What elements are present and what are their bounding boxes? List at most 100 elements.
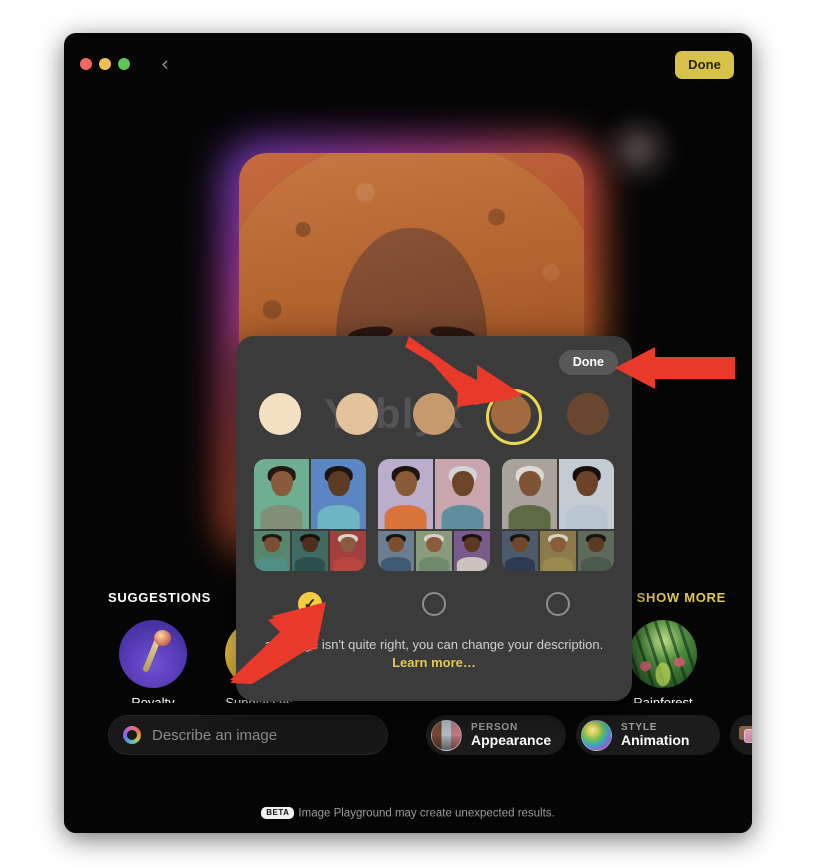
appearance-option-3-radio[interactable] xyxy=(546,592,570,616)
appearance-option-2-radio-slot[interactable] xyxy=(378,592,490,626)
tile-body xyxy=(380,556,412,571)
window-done-button[interactable]: Done xyxy=(675,51,734,79)
image-playground-window: ‹ Done SUGGESTIONS SHOW MORE Royalty xyxy=(64,33,752,833)
collage-tile xyxy=(330,531,366,571)
skin-tone-swatch-3[interactable] xyxy=(406,386,462,442)
appearance-popover: Yablyk Done an image isn't quite right, … xyxy=(236,336,632,701)
tile-body xyxy=(384,505,427,529)
collage-bottom-row xyxy=(378,531,490,571)
collage-tile xyxy=(502,531,538,571)
appearance-option-3[interactable] xyxy=(502,459,614,571)
rainforest-icon xyxy=(629,620,697,688)
tile-head xyxy=(550,536,566,552)
footer-note-text: Image Playground may create unexpected r… xyxy=(298,807,555,819)
tile-head xyxy=(327,470,350,497)
tile-body xyxy=(332,556,364,571)
tile-head xyxy=(264,536,280,552)
tile-head xyxy=(388,536,404,552)
tile-body xyxy=(580,556,612,571)
tile-head xyxy=(451,470,474,497)
scepter-icon xyxy=(119,620,187,688)
tile-head xyxy=(518,470,541,497)
appearance-option-1-radio-slot[interactable] xyxy=(254,592,366,626)
collage-tile xyxy=(311,459,366,529)
skin-tone-row xyxy=(252,386,616,445)
tile-body xyxy=(542,556,574,571)
collage-tile xyxy=(416,531,452,571)
tile-head xyxy=(464,536,480,552)
appearance-option-1-radio[interactable] xyxy=(298,592,322,616)
tile-body xyxy=(418,556,450,571)
tile-body xyxy=(441,505,484,529)
popover-hint-text: an image isn't quite right, you can chan… xyxy=(264,637,604,652)
chip-style-animation[interactable]: STYLE Animation xyxy=(576,715,720,755)
skin-tone-swatch-2[interactable] xyxy=(329,386,385,442)
collage-tile xyxy=(578,531,614,571)
tile-body xyxy=(456,556,488,571)
describe-image-input[interactable]: Describe an image xyxy=(108,715,388,755)
appearance-option-2[interactable] xyxy=(378,459,490,571)
suggestion-royalty[interactable]: Royalty xyxy=(106,620,200,710)
tile-head xyxy=(512,536,528,552)
prompt-ring-icon xyxy=(123,726,141,744)
skin-tone-swatch-1[interactable] xyxy=(252,386,308,442)
collage-tile xyxy=(454,531,490,571)
chip-person-appearance[interactable]: PERSON Appearance xyxy=(426,715,566,755)
tile-head xyxy=(302,536,318,552)
tile-head xyxy=(394,470,417,497)
swatch-color xyxy=(413,393,455,435)
bottom-toolbar: Describe an image PERSON Appearance STYL… xyxy=(64,703,752,833)
tile-head xyxy=(426,536,442,552)
collage-top-row xyxy=(254,459,366,529)
show-more-button[interactable]: SHOW MORE xyxy=(637,590,726,605)
appearance-option-2-radio[interactable] xyxy=(422,592,446,616)
appearance-option-3-radio-slot[interactable] xyxy=(502,592,614,626)
background-glow xyxy=(598,115,678,191)
maximize-window-button[interactable] xyxy=(118,58,130,70)
swatch-color xyxy=(336,393,378,435)
skin-tone-swatch-5[interactable] xyxy=(560,386,616,442)
tile-body xyxy=(260,505,303,529)
photo-library-icon xyxy=(739,726,752,744)
minimize-window-button[interactable] xyxy=(99,58,111,70)
collage-tile xyxy=(378,531,414,571)
collage-bottom-row xyxy=(254,531,366,571)
chip-value: Animation xyxy=(621,731,690,748)
swatch-color xyxy=(491,394,531,434)
style-sphere-icon xyxy=(581,719,612,751)
swatch-color xyxy=(259,393,301,435)
tile-head xyxy=(270,470,293,497)
collage-tile xyxy=(540,531,576,571)
appearance-options-row xyxy=(254,459,614,571)
collage-top-row xyxy=(502,459,614,529)
collage-bottom-row xyxy=(502,531,614,571)
tile-head xyxy=(340,536,356,552)
footer-note: BETA Image Playground may create unexpect… xyxy=(64,806,752,819)
back-chevron-icon[interactable]: ‹ xyxy=(154,53,176,75)
tile-body xyxy=(508,505,551,529)
beta-badge: BETA xyxy=(261,806,295,819)
tile-body xyxy=(504,556,536,571)
skin-tone-swatch-4[interactable] xyxy=(483,386,542,445)
appearance-radio-row xyxy=(254,592,614,626)
popover-done-button[interactable]: Done xyxy=(558,350,618,375)
photo-library-button[interactable] xyxy=(730,715,752,755)
collage-top-row xyxy=(378,459,490,529)
collage-tile xyxy=(254,459,309,529)
learn-more-link[interactable]: Learn more… xyxy=(392,655,476,670)
titlebar: ‹ Done xyxy=(64,33,752,95)
tile-body xyxy=(256,556,288,571)
appearance-option-1[interactable] xyxy=(254,459,366,571)
describe-image-placeholder: Describe an image xyxy=(152,726,278,744)
swatch-color xyxy=(567,393,609,435)
tile-body xyxy=(317,505,360,529)
tile-head xyxy=(588,536,604,552)
chip-value: Appearance xyxy=(471,731,552,748)
tile-body xyxy=(294,556,326,571)
tile-head xyxy=(575,470,598,497)
collage-tile xyxy=(254,531,290,571)
person-thumbnail-icon xyxy=(431,719,462,751)
collage-tile xyxy=(435,459,490,529)
close-window-button[interactable] xyxy=(80,58,92,70)
suggestions-title: SUGGESTIONS xyxy=(108,590,212,605)
